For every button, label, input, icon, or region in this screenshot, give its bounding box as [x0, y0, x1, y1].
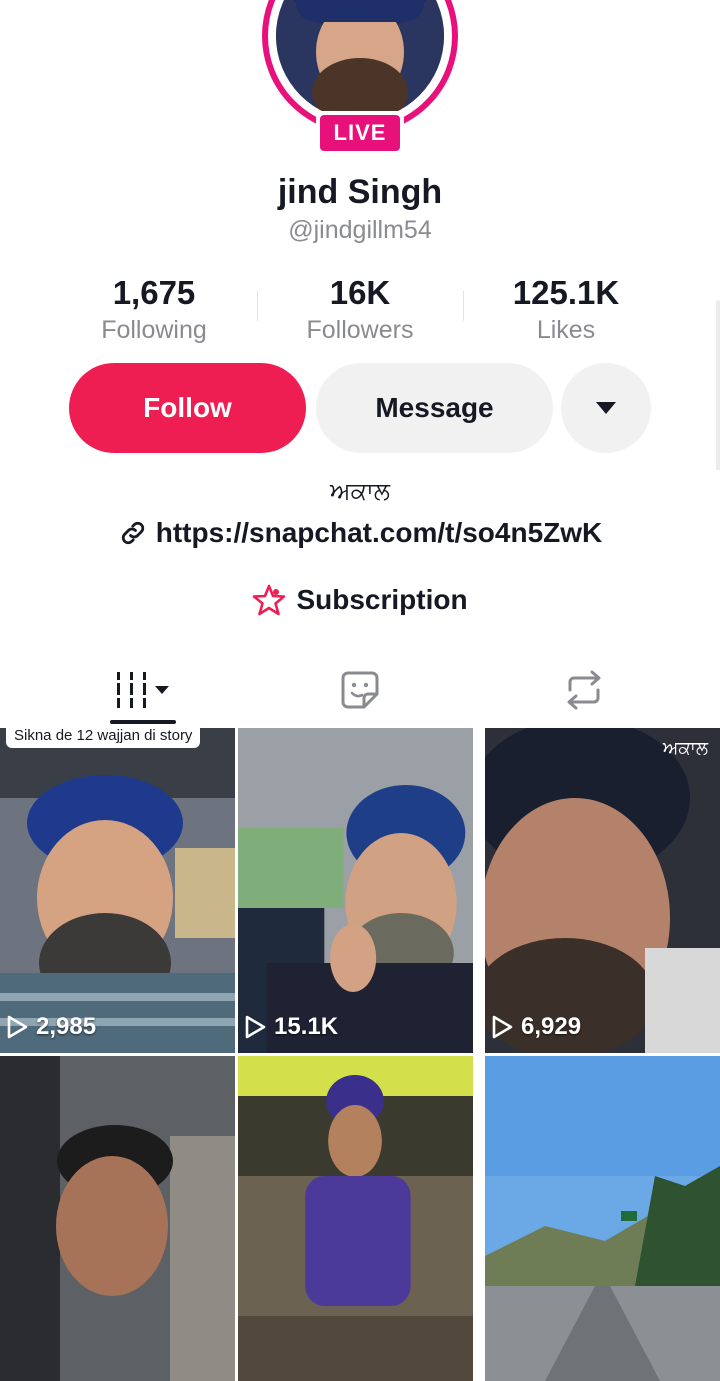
live-badge[interactable]: LIVE — [316, 111, 404, 155]
video-views: 2,985 — [6, 1013, 96, 1041]
repost-icon — [567, 670, 601, 710]
stat-divider — [463, 291, 464, 321]
video-tile[interactable] — [238, 1056, 473, 1381]
play-icon — [245, 1015, 266, 1039]
stat-following-value: 1,675 — [112, 274, 196, 311]
video-thumbnail — [0, 728, 235, 1053]
video-tile[interactable]: 15.1K — [238, 728, 473, 1053]
play-icon — [7, 1015, 28, 1039]
bio-link[interactable]: https://snapchat.com/t/so4n5ZwK — [0, 517, 720, 549]
stat-followers-label: Followers — [306, 316, 414, 344]
stat-likes-label: Likes — [536, 316, 596, 344]
stat-likes-value: 125.1K — [512, 274, 620, 311]
video-tile[interactable]: ਅਕਾਲ 6,929 — [485, 728, 720, 1053]
video-tile[interactable] — [0, 1056, 235, 1381]
video-views-count: 6,929 — [521, 1013, 582, 1040]
tab-stickers[interactable] — [240, 660, 480, 720]
more-options-button[interactable] — [561, 363, 651, 453]
video-tile[interactable]: Sikna de 12 wajjan di story 2,985 — [0, 728, 235, 1053]
stat-following-label: Following — [101, 316, 207, 344]
sticker-icon — [341, 671, 379, 709]
profile-handle: @jindgillm54 — [288, 216, 432, 244]
active-tab-indicator — [110, 720, 176, 724]
video-thumbnail — [238, 1056, 473, 1381]
tab-reposts[interactable] — [464, 660, 704, 720]
scroll-indicator — [716, 300, 720, 470]
subscription-button[interactable]: Subscription — [0, 584, 720, 616]
subscription-label: Subscription — [296, 584, 468, 615]
caret-down-icon — [596, 402, 616, 414]
video-thumbnail — [238, 728, 473, 1053]
tab-videos[interactable] — [24, 660, 264, 720]
video-views-count: 15.1K — [274, 1013, 339, 1040]
message-button[interactable]: Message — [316, 363, 553, 453]
video-thumbnail — [485, 728, 720, 1053]
video-thumbnail — [0, 1056, 235, 1381]
stat-followers[interactable]: 16K Followers — [260, 274, 460, 345]
link-icon — [121, 521, 144, 545]
video-caption: Sikna de 12 wajjan di story — [6, 728, 201, 748]
bio-text: ਅਕਾਲ — [329, 478, 391, 505]
profile-name: jind Singh — [277, 173, 443, 211]
play-icon — [492, 1015, 513, 1039]
stat-following[interactable]: 1,675 Following — [54, 274, 254, 345]
video-views: 15.1K — [244, 1013, 338, 1041]
video-tile[interactable] — [485, 1056, 720, 1381]
stat-followers-value: 16K — [329, 274, 391, 311]
subscription-star-icon — [253, 584, 286, 616]
follow-button[interactable]: Follow — [69, 363, 306, 453]
video-thumbnail — [485, 1056, 720, 1381]
video-views: 6,929 — [491, 1013, 581, 1041]
stat-likes[interactable]: 125.1K Likes — [466, 274, 666, 345]
video-overlay-text: ਅਕਾਲ — [662, 738, 708, 758]
stat-divider — [257, 291, 258, 321]
video-views-count: 2,985 — [36, 1013, 97, 1040]
videos-grid-icon — [113, 672, 169, 708]
bio-link-text[interactable]: https://snapchat.com/t/so4n5ZwK — [156, 517, 603, 549]
